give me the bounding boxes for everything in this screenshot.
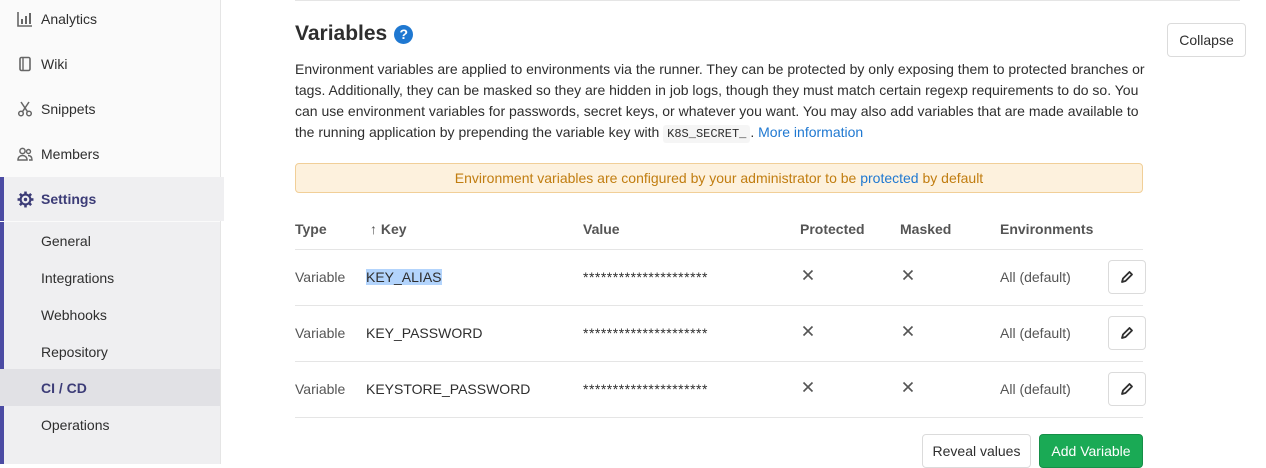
gear-icon [16,190,34,208]
close-icon [802,381,814,393]
close-icon [902,269,914,281]
row-divider [295,361,1143,362]
close-icon [802,269,814,281]
sidebar-subitem-label: General [41,232,91,249]
row-divider [295,249,1143,250]
sidebar-item-label: Settings [41,191,97,207]
edit-variable-button[interactable] [1108,260,1146,294]
collapse-button[interactable]: Collapse [1167,23,1246,57]
scissors-icon [16,100,34,118]
sidebar-item-snippets[interactable]: Snippets [0,89,220,129]
sidebar-subitem-general[interactable]: General [0,222,220,259]
variable-key: KEY_ALIAS [366,269,442,285]
add-variable-button[interactable]: Add Variable [1039,434,1143,468]
sidebar-subitem-webhooks[interactable]: Webhooks [0,296,220,333]
variable-type: Variable [295,381,346,397]
description-text-end: . [750,124,755,140]
column-header-masked: Masked [900,221,952,237]
more-information-link[interactable]: More information [758,124,863,140]
sidebar-item-label: Snippets [41,101,96,117]
variable-type: Variable [295,325,346,341]
variable-environment: All (default) [1000,325,1071,341]
edit-variable-button[interactable] [1108,372,1146,406]
column-header-type: Type [295,221,327,237]
pencil-icon [1121,383,1133,395]
column-header-key[interactable]: ↑ Key [370,221,407,237]
section-title: Variables ? [295,22,414,46]
question-circle-icon[interactable]: ? [394,24,414,44]
sidebar-subitem-label: Webhooks [41,306,107,323]
variable-key-text: KEY_ALIAS [366,269,442,285]
sidebar: Analytics Wiki Snippets Members Settings… [0,0,224,464]
alert-text-after: by default [922,170,984,186]
close-icon [902,325,914,337]
variable-value-masked: ********************* [583,381,708,397]
sidebar-subitem-label: Integrations [41,269,115,286]
row-divider [295,417,1143,418]
sidebar-subitem-label: Operations [41,416,110,433]
column-header-environments: Environments [1000,221,1094,237]
protected-link[interactable]: protected [860,170,918,186]
section-divider [295,0,1240,1]
users-icon [16,145,34,163]
pencil-icon [1121,271,1133,283]
reveal-values-button[interactable]: Reveal values [922,434,1031,468]
sidebar-item-label: Wiki [41,56,68,72]
row-divider [295,305,1143,306]
sidebar-item-label: Members [41,146,100,162]
sidebar-item-analytics[interactable]: Analytics [0,0,220,39]
pencil-icon [1121,327,1133,339]
close-icon [802,325,814,337]
sidebar-subitem-integrations[interactable]: Integrations [0,259,220,296]
sidebar-item-members[interactable]: Members [0,134,220,174]
variable-value-masked: ********************* [583,269,708,285]
variable-type: Variable [295,269,346,285]
variable-key: KEYSTORE_PASSWORD [366,381,531,397]
book-icon [16,55,34,73]
variable-key: KEY_PASSWORD [366,325,483,341]
sidebar-item-label: Analytics [41,11,98,27]
column-header-value: Value [583,221,620,237]
sidebar-item-settings[interactable]: Settings [0,177,224,221]
sidebar-item-wiki[interactable]: Wiki [0,44,220,84]
alert-text-before: Environment variables are configured by … [454,170,857,186]
section-description: Environment variables are applied to env… [295,59,1155,145]
variable-environment: All (default) [1000,381,1071,397]
close-icon [902,381,914,393]
sidebar-subitem-label: Repository [41,343,108,360]
protected-warning-alert: Environment variables are configured by … [295,163,1143,193]
sidebar-subitem-ci-cd[interactable]: CI / CD [0,369,220,406]
sidebar-subitem-operations[interactable]: Operations [0,406,220,443]
sidebar-subitem-label: CI / CD [41,379,87,396]
section-title-text: Variables [295,22,388,45]
analytics-icon [16,10,34,28]
column-header-protected: Protected [800,221,865,237]
k8s-secret-prefix: K8S_SECRET_ [663,125,751,143]
variable-value-masked: ********************* [583,325,708,341]
variable-environment: All (default) [1000,269,1071,285]
sidebar-subitem-repository[interactable]: Repository [0,333,220,370]
edit-variable-button[interactable] [1108,316,1146,350]
